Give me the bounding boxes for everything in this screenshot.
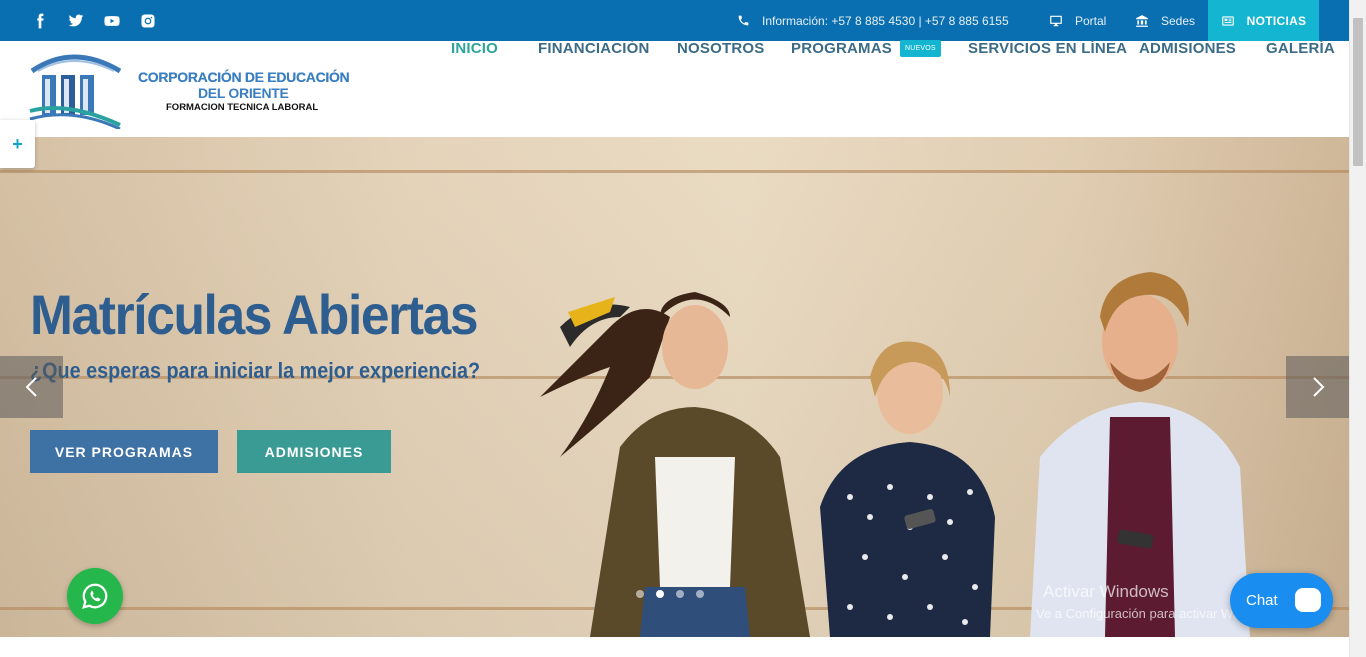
twitter-icon[interactable] (66, 11, 86, 31)
nav-programas[interactable]: PROGRAMAS NUEVOS (791, 0, 941, 96)
slider-dot[interactable] (656, 590, 664, 598)
slider-dot[interactable] (676, 590, 684, 598)
nav-label: NOSOTROS (677, 39, 765, 57)
facebook-icon[interactable] (30, 11, 50, 31)
slider-dot[interactable] (696, 590, 704, 598)
whatsapp-icon (82, 583, 108, 609)
chat-button[interactable]: Chat (1230, 573, 1333, 628)
nav-servicios-en-linea[interactable]: SERVICIOS EN LÍNEA (968, 0, 1127, 96)
scrollbar-thumb[interactable] (1353, 18, 1363, 166)
whatsapp-button[interactable] (67, 568, 123, 624)
slider-prev-button[interactable] (0, 356, 63, 418)
hero-title: Matrículas Abiertas (30, 283, 479, 346)
logo-line-2: DEL ORIENTE (198, 85, 289, 101)
logo[interactable]: CORPORACIÓN DE EDUCACIÓN DEL ORIENTE FOR… (28, 49, 350, 129)
nav-label: INICIO (451, 39, 499, 57)
slider-dot[interactable] (636, 590, 644, 598)
plus-icon: + (12, 133, 23, 154)
hero-slider (0, 137, 1349, 637)
logo-mark-icon (29, 54, 122, 129)
page: Información: +57 8 885 4530 | +57 8 885 … (0, 0, 1366, 657)
logo-line-1: CORPORACIÓN DE EDUCACIÓN (138, 69, 350, 85)
ver-programas-button[interactable]: VER PROGRAMAS (30, 430, 218, 473)
instagram-icon[interactable] (138, 11, 158, 31)
nav-label: PROGRAMAS (791, 39, 892, 57)
social-links (30, 0, 158, 41)
nav-galeria[interactable]: GALERÍA (1266, 0, 1335, 96)
nav-label: ADMISIONES (1139, 39, 1237, 57)
hero-photo-people (540, 272, 1250, 637)
logo-line-3: FORMACION TECNICA LABORAL (166, 102, 319, 113)
nav-inicio[interactable]: INICIO (451, 0, 498, 96)
side-expand-tab[interactable]: + (0, 120, 35, 168)
scrollbar[interactable] (1349, 0, 1366, 657)
admisiones-button[interactable]: ADMISIONES (237, 430, 391, 473)
nav-label: SERVICIOS EN LÍNEA (968, 39, 1128, 57)
chevron-right-icon (1312, 377, 1324, 397)
chevron-left-icon (25, 377, 37, 397)
slider-dots (636, 590, 704, 598)
nav-financiacion[interactable]: FINANCIACIÓN (538, 0, 650, 96)
slider-next-button[interactable] (1286, 356, 1349, 418)
nav-admisiones[interactable]: ADMISIONES (1139, 0, 1236, 96)
page-bottom (0, 637, 1349, 657)
nav-label: GALERÍA (1266, 39, 1335, 57)
chat-label: Chat (1246, 592, 1278, 609)
hero-subtitle: ¿Que esperas para iniciar la mejor exper… (30, 358, 481, 383)
wall-stripe (0, 170, 1349, 173)
nav-nosotros[interactable]: NOSOTROS (677, 0, 764, 96)
nuevos-badge: NUEVOS (899, 39, 941, 57)
windows-watermark-title: Activar Windows (1043, 582, 1169, 601)
chat-bubble-icon (1295, 588, 1321, 612)
youtube-icon[interactable] (102, 11, 122, 31)
nav-label: FINANCIACIÓN (538, 39, 650, 57)
